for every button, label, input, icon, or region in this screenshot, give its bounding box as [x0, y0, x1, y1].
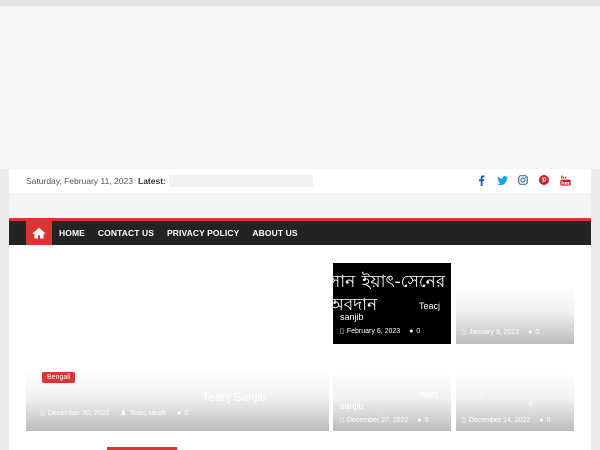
ad-banner-area	[0, 6, 600, 169]
post-date[interactable]: January 3, 2023	[469, 329, 519, 336]
social-links	[475, 174, 571, 186]
featured-post-title[interactable]: Teacj Sanjib	[202, 390, 267, 404]
youtube-icon[interactable]	[559, 174, 571, 186]
latest-label: Latest:	[138, 176, 166, 186]
post-meta: ▯ December 27, 2022 ● 0	[340, 416, 429, 425]
comment-icon: ●	[539, 416, 544, 424]
instagram-icon[interactable]	[517, 174, 529, 186]
post-title-line-2[interactable]: sanjib	[340, 401, 364, 411]
grid-post-card-2[interactable]: ▯ January 3, 2023 ● 0	[456, 285, 574, 344]
twitter-icon[interactable]	[496, 174, 508, 186]
comment-icon: ●	[409, 327, 414, 335]
comment-count[interactable]: 0	[425, 417, 429, 424]
calendar-icon: ▯	[462, 329, 466, 336]
post-date[interactable]: December 14, 2022	[469, 417, 530, 424]
post-date[interactable]: December 27, 2022	[347, 417, 408, 424]
post-title-line-2[interactable]: sanjib	[340, 312, 364, 322]
calendar-icon: ▯	[340, 417, 344, 424]
user-icon: ♟	[120, 410, 127, 417]
page-container: Saturday, February 11, 2023 Latest: HOME…	[9, 169, 591, 450]
page-margin-left	[0, 169, 9, 450]
comment-count[interactable]: 0	[416, 328, 420, 335]
post-author[interactable]: Teacj sanjib	[130, 410, 167, 417]
home-icon-button[interactable]	[26, 221, 52, 245]
post-meta: ▯ January 3, 2023 ● 0	[462, 328, 539, 337]
page-margin-right	[591, 169, 600, 450]
calendar-icon: ▯	[340, 328, 344, 335]
nav-contact-us[interactable]: CONTACT US	[98, 228, 154, 238]
grid-post-card-3[interactable]: teacj sanjib ▯ December 27, 2022 ● 0	[333, 372, 451, 431]
featured-post-meta: ▯ December 30, 2022 ♟ Teacj sanjib ● 0	[41, 409, 188, 418]
post-date[interactable]: February 6, 2023	[347, 328, 400, 335]
comment-count[interactable]: 0	[535, 329, 539, 336]
grid-post-card-4[interactable]: ? ? ▯ December 14, 2022 ● 0	[456, 372, 574, 431]
post-title[interactable]: ?	[478, 389, 483, 399]
comment-count[interactable]: 0	[184, 410, 188, 417]
calendar-icon: ▯	[462, 417, 466, 424]
post-title[interactable]: Teacj	[419, 301, 440, 311]
nav-privacy-policy[interactable]: PRIVACY POLICY	[167, 228, 239, 238]
post-title[interactable]: teacj	[419, 389, 438, 399]
nav-home[interactable]: HOME	[59, 228, 85, 238]
main-navigation: HOME CONTACT US PRIVACY POLICY ABOUT US	[9, 218, 591, 245]
comment-count[interactable]: 0	[547, 417, 551, 424]
facebook-icon[interactable]	[475, 174, 487, 186]
post-meta: ▯ February 6, 2023 ● 0	[340, 327, 420, 336]
post-date[interactable]: December 30, 2022	[48, 410, 109, 417]
current-date: Saturday, February 11, 2023	[26, 176, 133, 186]
top-bar: Saturday, February 11, 2023 Latest:	[9, 169, 591, 193]
post-title-line-2[interactable]: ?	[528, 401, 533, 411]
latest-news-ticker[interactable]	[169, 175, 313, 187]
comment-icon: ●	[528, 328, 533, 336]
calendar-icon: ▯	[41, 410, 45, 417]
post-meta: ▯ December 14, 2022 ● 0	[462, 416, 551, 425]
featured-post-card[interactable]: Bengali Teacj Sanjib ▯ December 30, 2022…	[26, 370, 329, 431]
nav-about-us[interactable]: ABOUT US	[252, 228, 297, 238]
category-badge[interactable]: Bengali	[42, 372, 76, 383]
pinterest-icon[interactable]	[538, 174, 550, 186]
grid-post-card-1[interactable]: সান ইয়াৎ-সেনের অবদান Teacj sanjib ▯ Feb…	[333, 263, 451, 344]
comment-icon: ●	[417, 416, 422, 424]
header-spacer	[9, 193, 591, 218]
comment-icon: ●	[177, 409, 182, 417]
home-icon	[32, 227, 46, 239]
